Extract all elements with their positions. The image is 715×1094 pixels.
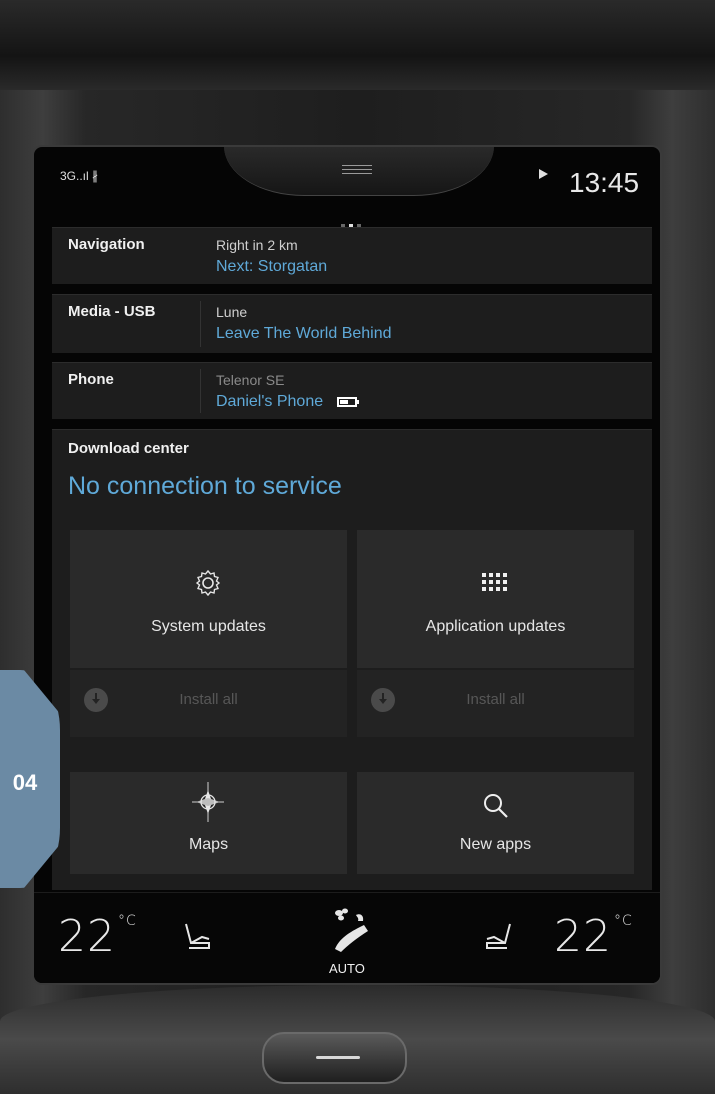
top-view-pulldown[interactable]	[224, 147, 494, 196]
fan-mode-label: AUTO	[329, 961, 365, 976]
media-track: Leave The World Behind	[216, 325, 392, 342]
status-bar: 3G..ıl ∦ 13:45	[34, 147, 660, 207]
tile-label: Media - USB	[68, 303, 156, 320]
install-all-apps-button[interactable]: Install all	[357, 670, 634, 737]
media-artist: Lune	[216, 304, 248, 320]
temperature-unit: °C	[614, 913, 633, 929]
clock: 13:45	[569, 167, 640, 198]
play-icon	[539, 169, 548, 179]
right-temperature-control[interactable]: 22 °C	[554, 911, 633, 962]
fan-icon[interactable]	[330, 907, 370, 953]
install-all-label: Install all	[466, 691, 525, 708]
phone-carrier: Telenor SE	[216, 372, 285, 388]
divider	[200, 301, 201, 347]
climate-bar: 22 °C AUTO 22 °C	[34, 892, 660, 983]
phone-tile[interactable]: Phone Telenor SE Daniel's Phone	[52, 362, 652, 419]
new-apps-label: New apps	[459, 836, 532, 853]
search-icon	[484, 794, 508, 818]
tile-label: Phone	[68, 371, 114, 388]
battery-icon	[337, 396, 360, 407]
signal-status: 3G..ıl ∦	[60, 169, 99, 183]
phone-name: Daniel's Phone	[216, 393, 324, 410]
center-display: 3G..ıl ∦ 13:45 Navigation Right in 2 km …	[32, 145, 662, 985]
left-seat-heat-icon[interactable]	[182, 921, 214, 951]
right-seat-heat-icon[interactable]	[482, 921, 514, 951]
divider	[200, 369, 201, 413]
system-updates-label: System updates	[151, 618, 266, 635]
download-center-tile: Download center No connection to service…	[52, 429, 652, 890]
gear-icon	[195, 569, 221, 597]
media-tile[interactable]: Media - USB Lune Leave The World Behind	[52, 294, 652, 353]
left-temperature-control[interactable]: 22 °C	[58, 911, 137, 962]
left-temperature: 22	[58, 911, 116, 962]
handle-lines-icon	[342, 165, 372, 177]
install-all-system-button[interactable]: Install all	[70, 670, 347, 737]
download-center-title: Download center	[68, 440, 189, 457]
tile-label: Navigation	[68, 236, 145, 253]
chapter-tab: 04	[0, 670, 60, 888]
application-updates-label: Application updates	[425, 618, 566, 635]
home-button[interactable]	[262, 1032, 407, 1084]
temperature-unit: °C	[118, 913, 137, 929]
phone-name-row: Daniel's Phone	[216, 393, 360, 411]
install-all-label: Install all	[179, 691, 238, 708]
maps-button[interactable]: Maps	[70, 772, 347, 874]
maps-label: Maps	[188, 836, 229, 853]
navigation-next-street: Next: Storgatan	[216, 258, 328, 275]
right-temperature: 22	[554, 911, 612, 962]
navigation-tile[interactable]: Navigation Right in 2 km Next: Storgatan	[52, 227, 652, 284]
system-updates-button[interactable]: System updates	[70, 530, 347, 668]
grid-icon	[482, 573, 507, 591]
new-apps-button[interactable]: New apps	[357, 772, 634, 874]
connection-status: No connection to service	[68, 472, 342, 500]
compass-icon	[192, 782, 224, 822]
application-updates-button[interactable]: Application updates	[357, 530, 634, 668]
navigation-instruction: Right in 2 km	[216, 237, 298, 253]
chapter-number: 04	[12, 770, 38, 795]
